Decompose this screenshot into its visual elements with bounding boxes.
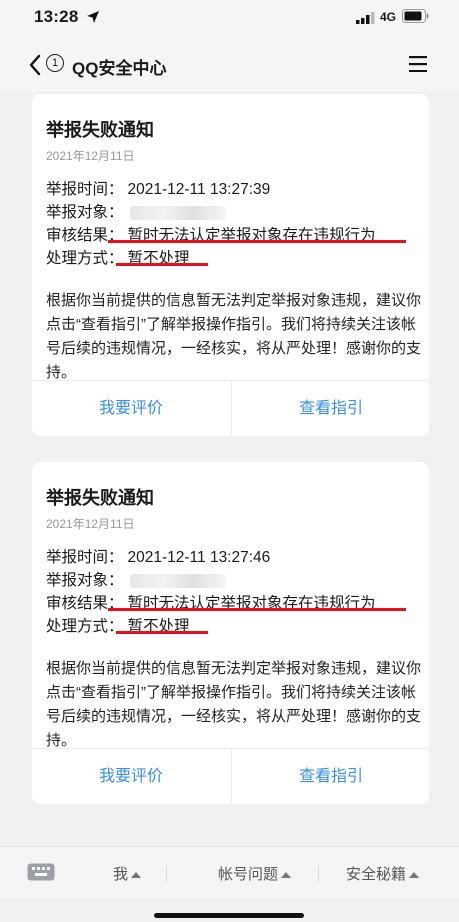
report-target-row: 举报对象： [46, 200, 226, 222]
caret-up-icon [281, 872, 292, 879]
handling-label: 处理方式： [46, 250, 124, 267]
page-title: QQ安全中心 [72, 59, 167, 78]
report-time-label: 举报时间： [46, 181, 124, 198]
tab-secrets-label: 安全秘籍 [346, 866, 407, 883]
report-time-row: 举报时间： 2021-12-11 13:27:39 [46, 177, 270, 199]
battery-icon [402, 9, 429, 23]
tab-me[interactable]: 我 [113, 863, 142, 884]
location-arrow-icon [87, 11, 99, 23]
notification-card: 举报失败通知 2021年12月11日 举报时间： 2021-12-11 13:27… [32, 94, 429, 436]
status-time: 13:28 [34, 7, 79, 26]
tab-account-label: 帐号问题 [218, 866, 279, 883]
notice-paragraph: 根据你当前提供的信息暂无法判定举报对象违规，建议你点击“查看指引”了解举报操作指… [46, 292, 422, 381]
bottom-menu: 我 帐号问题 安全秘籍 [0, 846, 459, 899]
card-actions: 我要评价 查看指引 [32, 380, 429, 436]
card-actions: 我要评价 查看指引 [32, 748, 429, 804]
report-time-label: 举报时间： [46, 549, 124, 566]
back-chevron-icon[interactable] [28, 54, 42, 76]
card-title: 举报失败通知 [46, 120, 154, 140]
back-count-badge[interactable]: 1 [46, 54, 64, 72]
report-time-value: 2021-12-11 13:27:39 [127, 181, 271, 198]
report-time-row: 举报时间： 2021-12-11 13:27:46 [46, 545, 270, 567]
tab-me-label: 我 [113, 866, 129, 883]
home-indicator [154, 913, 304, 918]
navigation-bar: 1 QQ安全中心 [0, 36, 459, 92]
menu-icon[interactable] [409, 56, 427, 72]
report-target-label: 举报对象： [46, 204, 124, 221]
tab-account[interactable]: 帐号问题 [218, 863, 292, 884]
result-underline [108, 240, 406, 243]
tab-divider [318, 865, 319, 883]
view-guide-button[interactable]: 查看指引 [231, 381, 430, 436]
keyboard-icon[interactable] [27, 863, 55, 883]
card-date: 2021年12月11日 [46, 149, 135, 163]
rate-button[interactable]: 我要评价 [32, 381, 230, 436]
handling-label: 处理方式： [46, 618, 124, 635]
status-bar: 13:28 4G [0, 0, 459, 36]
redacted-target [129, 205, 226, 220]
report-target-row: 举报对象： [46, 568, 226, 590]
caret-up-icon [131, 872, 142, 879]
tab-divider [166, 865, 167, 883]
notice-paragraph: 根据你当前提供的信息暂无法判定举报对象违规，建议你点击“查看指引”了解举报操作指… [46, 660, 422, 749]
network-type: 4G [380, 10, 397, 24]
report-target-label: 举报对象： [46, 572, 124, 589]
report-time-value: 2021-12-11 13:27:46 [127, 549, 271, 566]
notification-card: 举报失败通知 2021年12月11日 举报时间： 2021-12-11 13:27… [32, 462, 429, 804]
view-guide-button[interactable]: 查看指引 [231, 749, 430, 804]
handling-underline [116, 263, 208, 266]
card-date: 2021年12月11日 [46, 517, 135, 531]
signal-icon [356, 12, 375, 24]
card-title: 举报失败通知 [46, 488, 154, 508]
rate-button[interactable]: 我要评价 [32, 749, 230, 804]
result-underline [108, 608, 406, 611]
caret-up-icon [409, 872, 420, 879]
tab-secrets[interactable]: 安全秘籍 [346, 863, 420, 884]
handling-underline [116, 631, 208, 634]
redacted-target [129, 573, 226, 588]
